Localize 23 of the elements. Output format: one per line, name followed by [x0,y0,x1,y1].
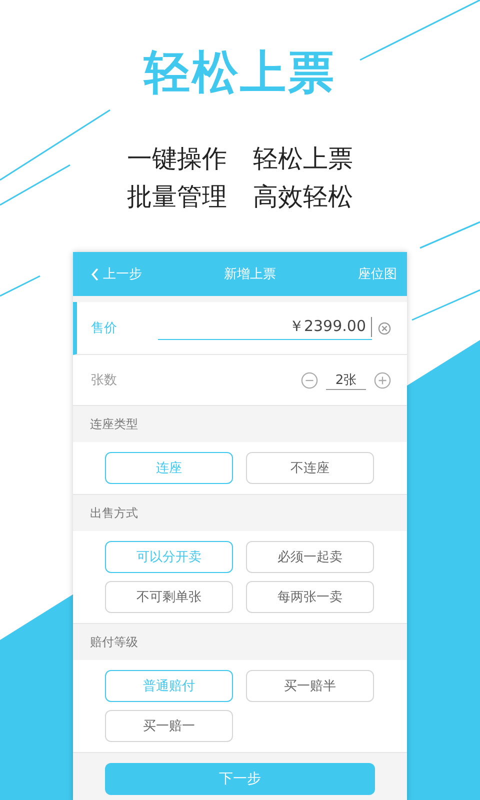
option-button[interactable]: 必须一起卖 [246,541,374,573]
back-chevron-icon [91,268,99,280]
section-title: 连座类型 [90,416,138,432]
option-button[interactable]: 买一赔一 [105,710,233,742]
clear-icon[interactable] [378,322,391,334]
tagline: 轻松上票 [253,143,353,175]
tagline: 批量管理 [127,181,227,213]
section-title: 赔付等级 [90,634,138,650]
option-button[interactable]: 买一赔半 [246,670,374,702]
quantity-label: 张数 [91,372,117,389]
section-title: 出售方式 [90,504,138,522]
price-label: 售价 [91,320,117,337]
option-button[interactable]: 不连座 [246,452,374,484]
plus-icon[interactable] [374,372,391,388]
option-button[interactable]: 每两张一卖 [246,581,374,613]
quantity-field[interactable]: 2张 [326,370,366,390]
tagline: 高效轻松 [253,181,353,213]
headline: 轻松上票 [144,44,336,100]
price-input-field[interactable]: ￥2399.00 [158,316,372,340]
tagline: 一键操作 [127,143,227,175]
minus-icon[interactable] [301,372,318,388]
screen-title: 新增上票 [224,266,276,283]
option-button[interactable]: 不可剩单张 [105,581,233,613]
